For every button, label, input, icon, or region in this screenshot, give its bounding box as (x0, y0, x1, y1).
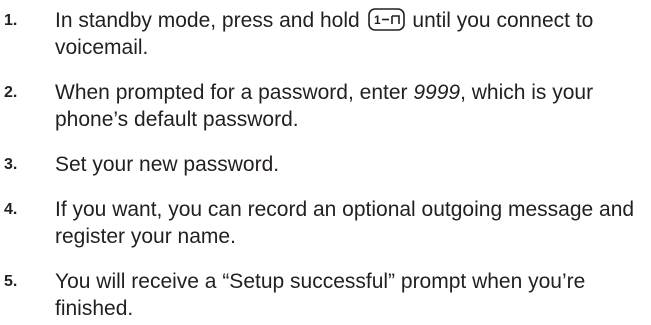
step-text: In standby mode, press and hold 1 until … (55, 7, 645, 61)
step-text: When prompted for a password, enter 9999… (55, 79, 645, 133)
step-text-before-emphasis: When prompted for a password, enter (55, 81, 414, 104)
step-number: 5. (4, 273, 18, 290)
step-number: 3. (4, 156, 18, 173)
default-password-value: 9999 (413, 81, 461, 104)
step-text: Set your new password. (55, 153, 280, 176)
step-text-before-icon: In standby mode, press and hold (55, 9, 360, 32)
step-number: 4. (4, 201, 18, 218)
step-number: 2. (4, 84, 18, 101)
key-1-voicemail-icon: 1 (367, 8, 405, 31)
step-text: You will receive a “Setup successful” pr… (55, 270, 586, 320)
step-number: 1. (4, 12, 18, 29)
step-text: If you want, you can record an optional … (55, 198, 635, 248)
svg-text:1: 1 (374, 13, 381, 27)
